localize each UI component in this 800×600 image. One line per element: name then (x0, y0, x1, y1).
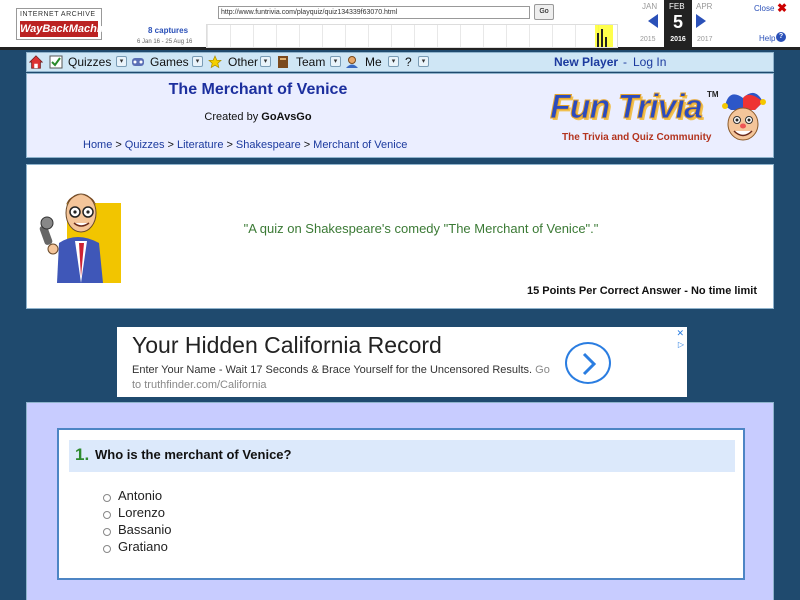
wayback-url-input[interactable]: http://www.funtrivia.com/playquiz/quiz13… (218, 6, 530, 19)
radio-button[interactable] (103, 528, 111, 536)
me-icon (346, 56, 358, 68)
advertisement[interactable]: Your Hidden California Record Enter Your… (117, 327, 687, 397)
nav-me[interactable]: Me (365, 53, 382, 71)
home-icon[interactable] (29, 55, 43, 69)
breadcrumb-literature[interactable]: Literature (177, 139, 223, 151)
nav-team[interactable]: Team (296, 53, 325, 71)
question-card: 1. Who is the merchant of Venice? Antoni… (57, 428, 745, 580)
logo-tagline: The Trivia and Quiz Community (562, 132, 712, 143)
wayback-day: 5 (672, 12, 683, 32)
jester-icon (722, 92, 766, 141)
wayback-year-prev: 2015 (640, 36, 656, 43)
games-icon (132, 58, 144, 66)
close-icon[interactable]: ✖ (777, 1, 787, 15)
author-link[interactable]: GoAvsGo (261, 111, 311, 123)
team-icon (278, 56, 288, 68)
other-dropdown-icon[interactable]: ▾ (260, 56, 271, 67)
wayback-help-link[interactable]: Help (759, 34, 775, 43)
created-by-label: Created by (204, 111, 259, 123)
quiz-description: "A quiz on Shakespeare's comedy "The Mer… (243, 221, 599, 236)
nav-games[interactable]: Games (150, 53, 189, 71)
radio-button[interactable] (103, 545, 111, 553)
answer-label[interactable]: Bassanio (118, 522, 171, 537)
team-dropdown-icon[interactable]: ▾ (330, 56, 341, 67)
funtrivia-logo[interactable]: Fun Trivia TM The Trivia and Quiz Commun… (547, 86, 769, 152)
wayback-month-next[interactable]: APR (696, 2, 712, 11)
nav-quizzes[interactable]: Quizzes (68, 53, 111, 71)
login-link[interactable]: Log In (633, 53, 666, 71)
question-number: 1. (75, 445, 90, 464)
radio-button[interactable] (103, 511, 111, 519)
quizzes-dropdown-icon[interactable]: ▾ (116, 56, 127, 67)
ad-body-text: Enter Your Name - Wait 17 Seconds & Brac… (132, 364, 533, 376)
wayback-sparkline[interactable] (206, 24, 618, 48)
breadcrumb-home[interactable]: Home (83, 139, 112, 151)
ad-body: Enter Your Name - Wait 17 Seconds & Brac… (132, 363, 552, 393)
chevron-right-icon (582, 352, 597, 376)
radio-button[interactable] (103, 494, 111, 502)
games-dropdown-icon[interactable]: ▾ (192, 56, 203, 67)
question-text: Who is the merchant of Venice? (95, 447, 292, 462)
ad-arrow-button[interactable] (565, 342, 611, 384)
nav-help[interactable]: ? (405, 53, 412, 71)
wayback-month-current: FEB (669, 2, 685, 11)
sparkline-bar (605, 37, 607, 47)
answer-label[interactable]: Lorenzo (118, 505, 165, 520)
wayback-toolbar: INTERNET ARCHIVE WayBackMachine http://w… (0, 0, 800, 50)
help-icon[interactable]: ? (776, 32, 786, 42)
wayback-next-arrow-icon[interactable] (696, 14, 706, 28)
breadcrumb-shakespeare[interactable]: Shakespeare (236, 139, 301, 151)
star-icon (208, 55, 222, 69)
me-dropdown-icon[interactable]: ▾ (388, 56, 399, 67)
sparkline-bar (601, 29, 603, 47)
wayback-logo-main: WayBackMachine (20, 21, 113, 37)
nav-other[interactable]: Other (228, 53, 258, 71)
wayback-month-prev[interactable]: JAN (642, 2, 657, 11)
page-title: The Merchant of Venice (168, 81, 348, 98)
quiz-section: 1. Who is the merchant of Venice? Antoni… (26, 402, 774, 600)
created-by: Created by GoAvsGo (27, 111, 489, 123)
quizzes-icon (49, 55, 63, 69)
adchoices-icon[interactable]: ▷ (678, 340, 684, 349)
sparkline-bar (597, 33, 599, 47)
wayback-logo[interactable]: INTERNET ARCHIVE WayBackMachine (16, 8, 113, 40)
wayback-year-next: 2017 (697, 36, 713, 43)
logo-trademark: TM (707, 90, 719, 99)
breadcrumb-quizzes[interactable]: Quizzes (125, 139, 165, 151)
wayback-year-current: 2016 (670, 36, 686, 43)
wayback-capture-range: 6 Jan 16 - 25 Aug 16 (137, 39, 193, 45)
quiz-header: The Merchant of Venice Created by GoAvsG… (26, 73, 774, 158)
answer-label[interactable]: Gratiano (118, 539, 168, 554)
logo-text: Fun Trivia (550, 88, 704, 127)
nav-separator: - (623, 55, 627, 69)
wayback-close-link[interactable]: Close (754, 4, 774, 13)
top-nav-bar: Quizzes ▾ Games ▾ Other ▾ Team ▾ Me ▾ ? … (26, 52, 774, 72)
breadcrumb-merchant-of-venice[interactable]: Merchant of Venice (313, 139, 407, 151)
wayback-logo-top: INTERNET ARCHIVE (20, 11, 96, 18)
wayback-prev-arrow-icon[interactable] (648, 14, 658, 28)
answer-label[interactable]: Antonio (118, 488, 162, 503)
wayback-go-button[interactable]: Go (534, 4, 554, 20)
new-player-link[interactable]: New Player (554, 53, 618, 71)
breadcrumb: Home > Quizzes > Literature > Shakespeare > Merc… (83, 139, 408, 151)
quiz-points-info: 15 Points Per Correct Answer - No time l… (526, 285, 757, 297)
ad-close-icon[interactable]: ✕ (676, 328, 684, 339)
wayback-captures-link[interactable]: 8 captures (148, 26, 188, 35)
quiz-intro: "A quiz on Shakespeare's comedy "The Mer… (26, 164, 774, 309)
question-header: 1. Who is the merchant of Venice? (69, 440, 735, 472)
ad-title[interactable]: Your Hidden California Record (132, 332, 442, 359)
help-dropdown-icon[interactable]: ▾ (418, 56, 429, 67)
